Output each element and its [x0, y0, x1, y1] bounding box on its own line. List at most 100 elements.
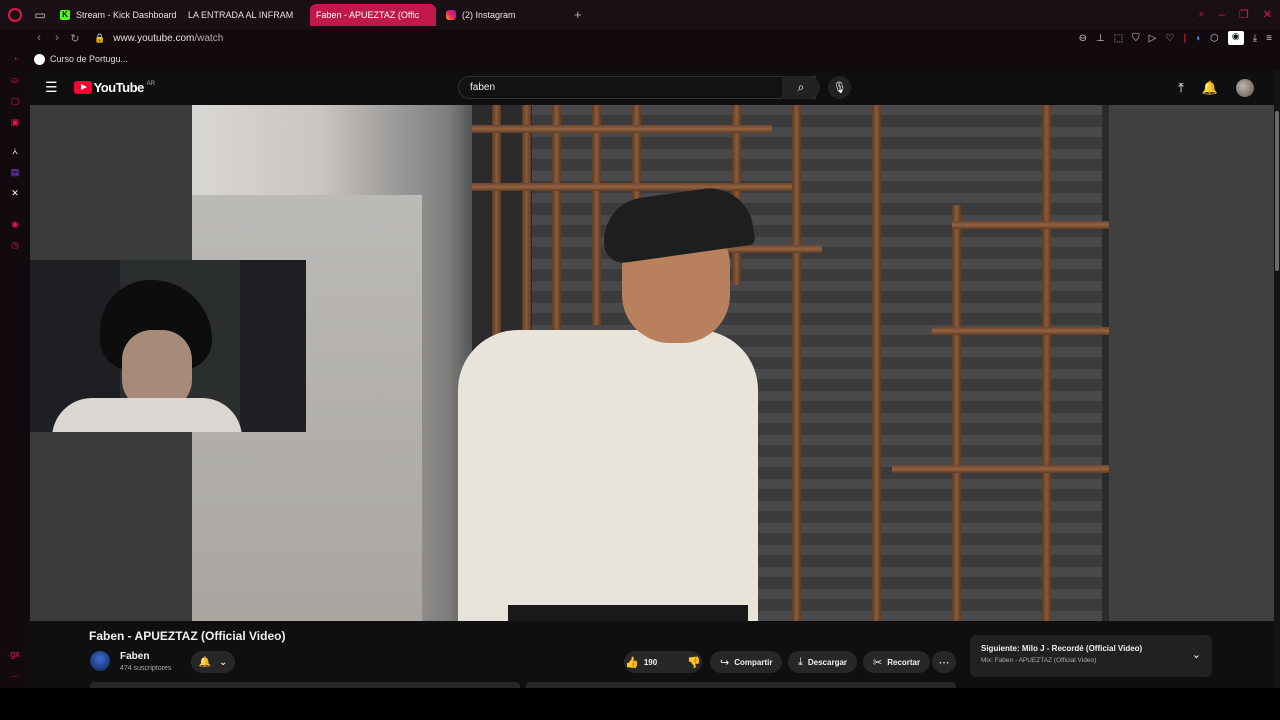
x-icon[interactable]: ✕: [9, 187, 21, 199]
tab-label: LA ENTRADA AL INFRAM: [188, 9, 294, 20]
dislike-button[interactable]: 👎: [677, 651, 711, 673]
clip-button[interactable]: ✂ Recortar: [863, 651, 931, 673]
lock-icon: 🔒: [94, 32, 106, 43]
gate-rail: [932, 327, 1109, 335]
search-icon: ⌕: [797, 80, 805, 94]
gate-rail: [472, 183, 792, 191]
close-icon[interactable]: ✕: [1263, 8, 1272, 21]
url-path: /watch: [194, 32, 224, 44]
header-actions: ⤒ 🔔: [1178, 76, 1254, 99]
gate-bar: [872, 105, 881, 621]
tab-instagram[interactable]: (2) Instagram: [440, 4, 564, 26]
channel-name[interactable]: Faben: [120, 651, 149, 662]
bag-icon[interactable]: ⛀: [9, 74, 21, 86]
address-bar: ‹ › ↻ 🔒 www.youtube.com/watch ⊖ ⊥ ⬚ ⛉ ▷ …: [0, 29, 1280, 47]
up-next-box[interactable]: Siguiente: Milo J - Recordé (Official Vi…: [970, 635, 1212, 677]
page-scrollbar[interactable]: [1274, 71, 1280, 688]
audio-icon[interactable]: ◖: [1195, 33, 1201, 44]
like-button[interactable]: 👍 190: [615, 651, 667, 673]
bottom-strip: [0, 688, 1280, 720]
gate-rail: [892, 465, 1109, 473]
kick-sidebar-icon[interactable]: ⩑: [9, 145, 21, 157]
search-box: ✕: [458, 76, 816, 99]
tab-entrada-inframundo[interactable]: LA ENTRADA AL INFRAM: [30, 4, 1280, 688]
hamburger-menu-icon[interactable]: ☰: [45, 79, 58, 96]
youtube-wordmark: YouTube: [93, 80, 145, 95]
microphone-icon: 🎙: [832, 82, 847, 94]
download-icon[interactable]: ⤓: [1253, 33, 1257, 44]
thumbs-up-icon: 👍: [625, 656, 639, 669]
person-pants: [508, 605, 748, 621]
more-actions-button[interactable]: ⋯: [932, 651, 956, 673]
notifications-bell-icon[interactable]: 🔔: [1202, 80, 1218, 96]
heart-icon[interactable]: ♡: [1165, 33, 1174, 44]
extension-avatar-icon[interactable]: ◉: [1227, 31, 1244, 45]
voice-search-button[interactable]: 🎙: [828, 76, 851, 99]
tab-label: (2) Instagram: [462, 9, 516, 20]
shield-icon[interactable]: ⛉: [1132, 33, 1140, 44]
bookmarks-bar: Curso de Portugu...: [0, 47, 1280, 71]
new-tab-plus-icon[interactable]: +: [574, 7, 582, 22]
scrollbar-thumb[interactable]: [1275, 111, 1279, 271]
search-input[interactable]: [470, 82, 760, 93]
history-icon[interactable]: ◉: [9, 218, 21, 230]
bookmark-curso-portugues[interactable]: Curso de Portugu...: [50, 54, 128, 64]
video-player[interactable]: [30, 105, 1280, 621]
subscriber-count: 474 suscriptores: [120, 665, 172, 672]
tab-kick-dashboard[interactable]: K Stream - Kick Dashboard: [54, 4, 178, 26]
opera-menu-icon[interactable]: [0, 0, 30, 29]
easy-setup-icon[interactable]: ≡: [1266, 33, 1272, 44]
video-frame[interactable]: [192, 105, 1109, 621]
like-dislike-group: 👍 190 👎: [624, 651, 702, 673]
aria-icon[interactable]: ◔: [9, 53, 21, 65]
extensions-icon[interactable]: ⬡: [1210, 33, 1219, 44]
send-icon[interactable]: ▷: [1149, 33, 1157, 44]
forward-icon[interactable]: ›: [48, 32, 66, 44]
subscription-bell-button[interactable]: 🔔 ⌄: [191, 651, 235, 673]
chevron-down-icon: ⌄: [219, 656, 228, 668]
gate-bar: [792, 105, 801, 621]
up-next-subtitle: Mix: Faben - APUEZTAZ (Official Video): [981, 657, 1097, 664]
tab-faben-apueztaz[interactable]: Faben - APUEZTAZ (Offic: [30, 3, 1280, 688]
webcam-overlay: [30, 260, 306, 432]
zoom-icon[interactable]: ⊖: [1079, 33, 1087, 44]
upload-icon[interactable]: ⤒: [1178, 80, 1184, 96]
messenger-icon[interactable]: ▢: [9, 95, 21, 107]
reload-icon[interactable]: ↻: [66, 32, 84, 45]
search-button[interactable]: ⌕: [782, 76, 820, 99]
url-host: www.youtube.com: [113, 32, 195, 44]
streamer-shirt: [52, 398, 242, 432]
gx-icon[interactable]: gx: [9, 648, 21, 660]
twitch-icon[interactable]: ▤: [9, 166, 21, 178]
like-count: 190: [643, 657, 658, 667]
channel-avatar[interactable]: [90, 651, 110, 671]
tab-label: Stream - Kick Dashboard: [76, 9, 177, 20]
bookmark-favicon-icon: [34, 53, 45, 65]
tab-islands-icon[interactable]: ▭: [30, 0, 50, 29]
chevron-down-icon[interactable]: ⌄: [1192, 648, 1201, 661]
minimize-icon[interactable]: –: [1219, 9, 1225, 21]
url-field[interactable]: 🔒 www.youtube.com/watch: [94, 33, 223, 44]
snapshot-icon[interactable]: ⬚: [1114, 33, 1123, 44]
download-button[interactable]: ⤓ Descargar: [788, 651, 858, 673]
window-controls: ⌕ – ❐ ✕: [1199, 0, 1272, 29]
back-icon[interactable]: ‹: [30, 32, 48, 44]
sidebar-bottom: gx ⋯: [0, 648, 30, 688]
account-avatar[interactable]: [1236, 78, 1254, 97]
restore-icon[interactable]: ❐: [1239, 8, 1249, 21]
tab-search-icon[interactable]: ⌕: [1199, 8, 1205, 21]
player-letterbox-right: [1109, 105, 1280, 621]
pin-icon[interactable]: ⊥: [1096, 33, 1105, 44]
youtube-logo[interactable]: YouTube AR: [73, 80, 156, 95]
download-label: Descargar: [807, 657, 848, 667]
clip-label: Recortar: [887, 657, 921, 667]
download-icon: ⤓: [798, 655, 803, 668]
player-icon[interactable]: ▣: [9, 116, 21, 128]
more-icon[interactable]: ⋯: [9, 670, 21, 682]
youtube-header: ☰ YouTube AR ✕ ⌕ 🎙 ⤒ 🔔: [30, 71, 1280, 104]
share-button[interactable]: ↪ Compartir: [710, 651, 783, 673]
region-code: AR: [146, 80, 156, 87]
divider-icon: |: [1183, 32, 1186, 44]
instagram-icon: [446, 9, 456, 20]
clock-icon[interactable]: ◷: [9, 239, 21, 251]
